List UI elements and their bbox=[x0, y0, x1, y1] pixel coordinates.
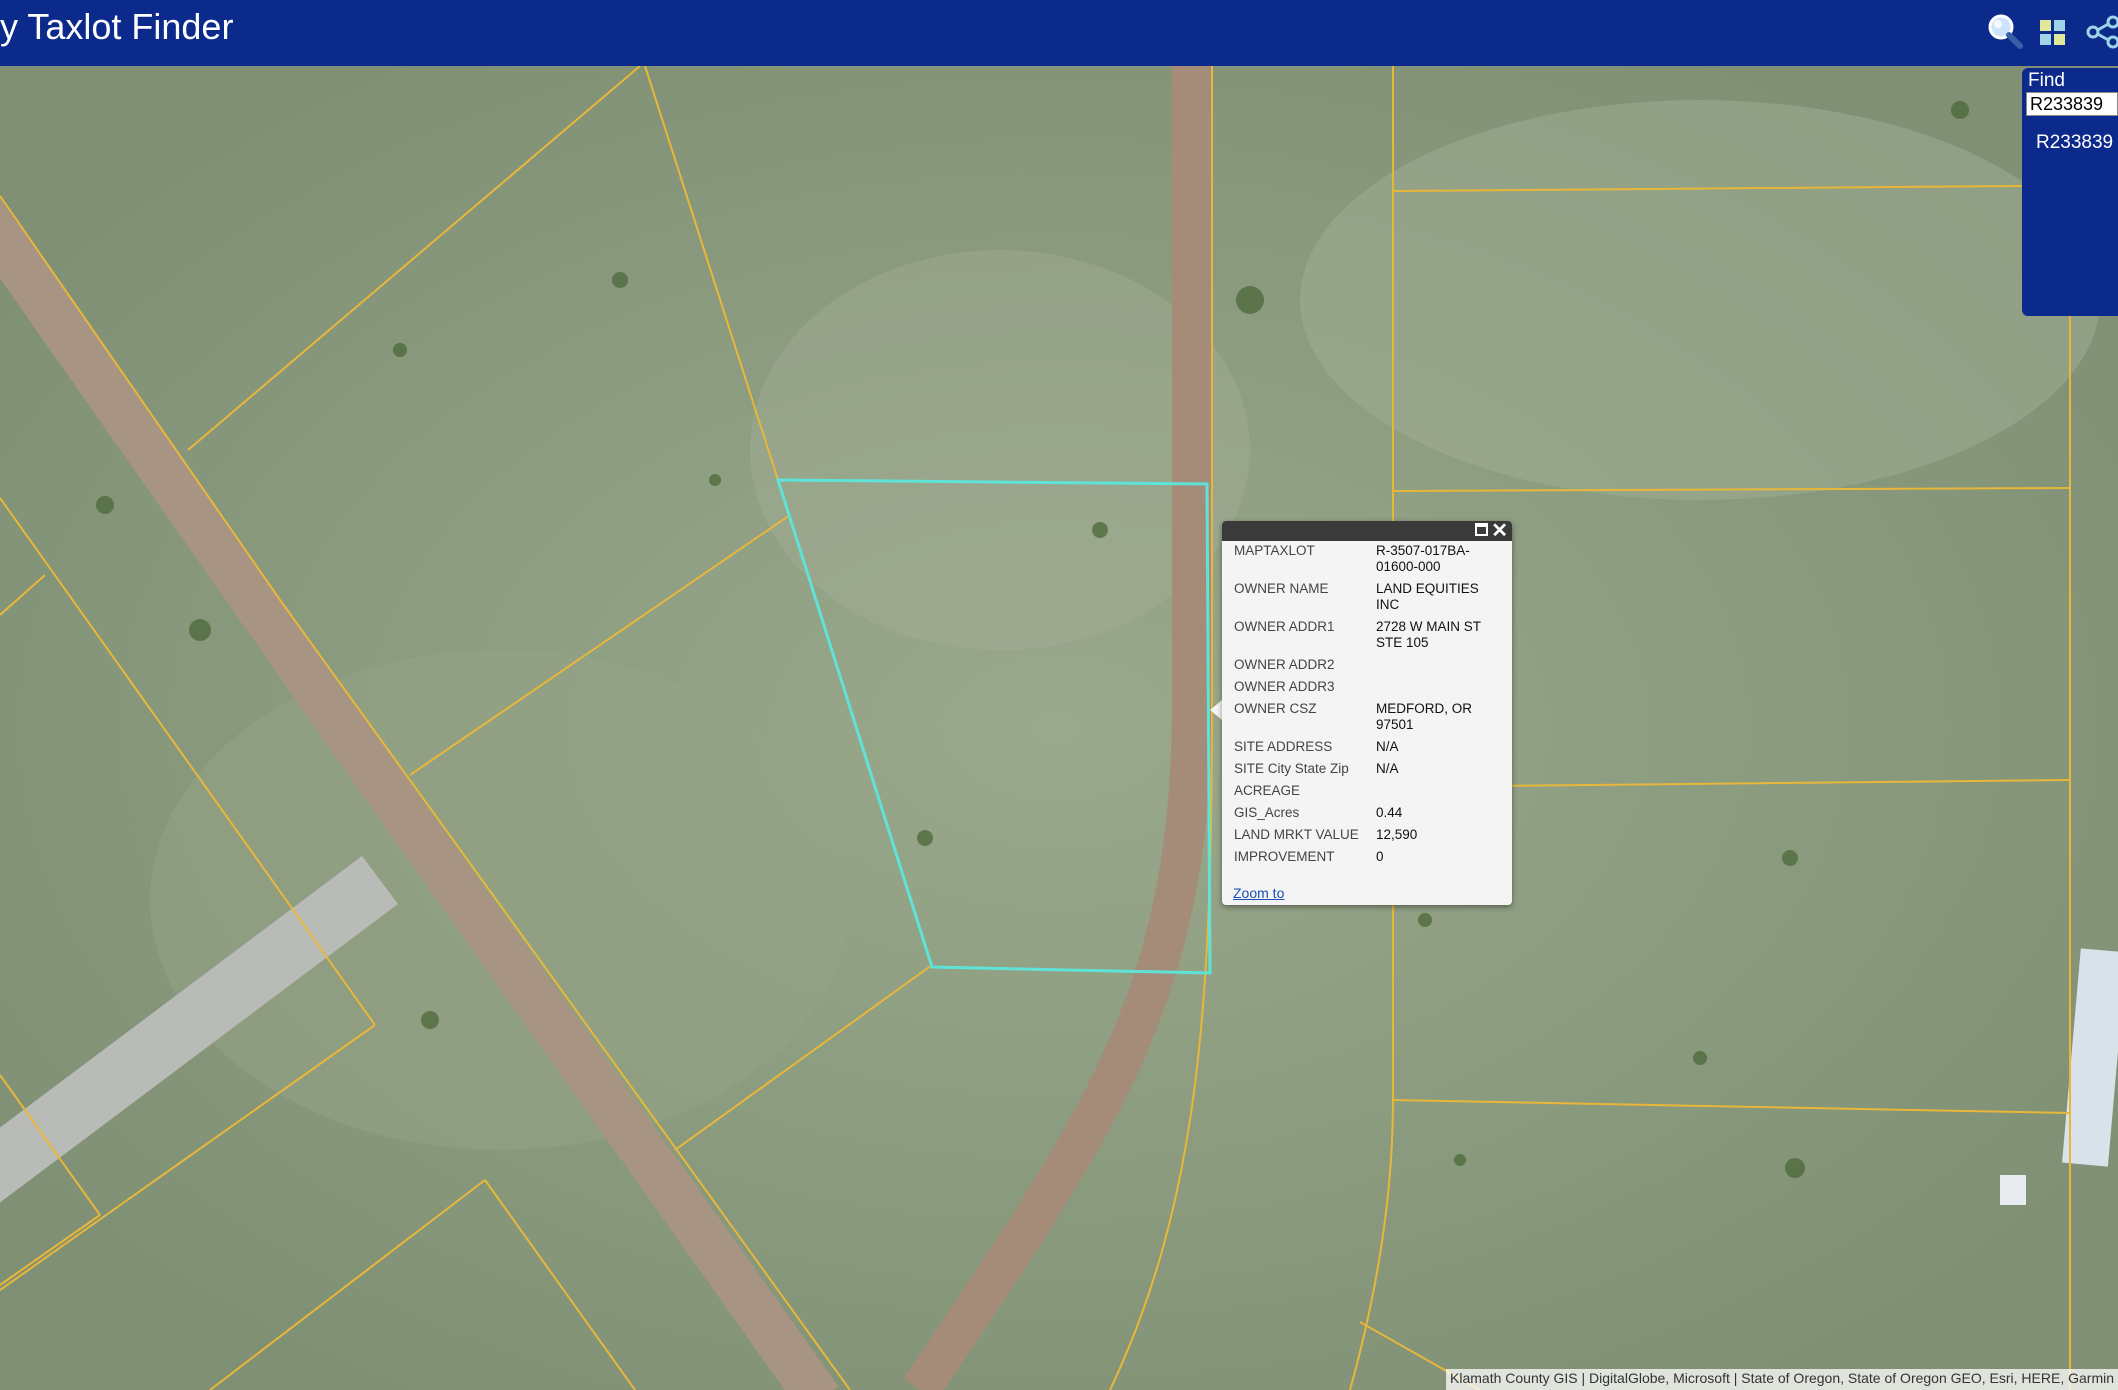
attribute-row: OWNER ADDR2 bbox=[1234, 657, 1496, 679]
attribute-key: GIS_Acres bbox=[1234, 805, 1300, 820]
attribute-value: 12,590 bbox=[1376, 827, 1418, 842]
popup-pointer bbox=[1210, 700, 1222, 720]
attribute-value: N/A bbox=[1376, 761, 1399, 776]
popup-titlebar: ✕ bbox=[1222, 521, 1512, 541]
attribute-key: SITE ADDRESS bbox=[1234, 739, 1333, 754]
attribute-value bbox=[1376, 657, 1496, 679]
attribute-table: MAPTAXLOT R-3507-017BA-01600-000 OWNER NAM… bbox=[1234, 543, 1496, 871]
attribute-row: SITE ADDRESS N/A bbox=[1234, 739, 1496, 761]
app-title: y Taxlot Finder bbox=[0, 6, 234, 47]
attribute-row: OWNER ADDR3 bbox=[1234, 679, 1496, 701]
close-icon[interactable]: ✕ bbox=[1491, 521, 1508, 541]
attribute-row: ACREAGE bbox=[1234, 783, 1496, 805]
attribute-key: OWNER ADDR2 bbox=[1234, 657, 1335, 672]
find-input[interactable] bbox=[2026, 92, 2118, 116]
find-label: Find bbox=[2028, 70, 2065, 91]
share-icon[interactable] bbox=[2080, 10, 2118, 54]
attribute-value: MEDFORD, OR 97501 bbox=[1376, 701, 1472, 732]
attribute-row: OWNER CSZ MEDFORD, OR 97501 bbox=[1234, 701, 1496, 739]
attribute-key: OWNER CSZ bbox=[1234, 701, 1317, 716]
maximize-icon[interactable] bbox=[1475, 523, 1488, 536]
attribute-value bbox=[1376, 783, 1496, 805]
find-result-item[interactable]: R233839 bbox=[2036, 132, 2113, 154]
attribute-key: SITE City State Zip bbox=[1234, 761, 1349, 776]
attribute-value: N/A bbox=[1376, 739, 1399, 754]
find-panel: Find R233839 bbox=[2022, 68, 2118, 316]
attribute-row: IMPROVEMENT 0 bbox=[1234, 849, 1496, 871]
attribute-row: SITE City State Zip N/A bbox=[1234, 761, 1496, 783]
attribute-key: IMPROVEMENT bbox=[1234, 849, 1335, 864]
attribute-key: OWNER ADDR3 bbox=[1234, 679, 1335, 694]
attribute-key: MAPTAXLOT bbox=[1234, 543, 1315, 558]
attribute-key: OWNER NAME bbox=[1234, 581, 1329, 596]
attribute-row: LAND MRKT VALUE 12,590 bbox=[1234, 827, 1496, 849]
zoom-to-link[interactable]: Zoom to bbox=[1233, 885, 1284, 901]
attribute-key: LAND MRKT VALUE bbox=[1234, 827, 1359, 842]
feature-popup: ✕ MAPTAXLOT R-3507-017BA-01600-000 OWNER N… bbox=[1222, 521, 1512, 905]
attribute-key: ACREAGE bbox=[1234, 783, 1301, 798]
attribute-row: OWNER ADDR1 2728 W MAIN ST STE 105 bbox=[1234, 619, 1496, 657]
attribute-value bbox=[1376, 679, 1496, 701]
attribute-value: 0.44 bbox=[1376, 805, 1403, 820]
attribute-key: OWNER ADDR1 bbox=[1234, 619, 1335, 634]
map-canvas[interactable] bbox=[0, 66, 2118, 1390]
attribute-value: R-3507-017BA-01600-000 bbox=[1376, 543, 1470, 574]
attribute-value: 2728 W MAIN ST STE 105 bbox=[1376, 619, 1481, 650]
attribute-row: MAPTAXLOT R-3507-017BA-01600-000 bbox=[1234, 543, 1496, 581]
grid-icon[interactable] bbox=[2030, 10, 2074, 54]
app-header: y Taxlot Finder bbox=[0, 0, 2118, 66]
attribute-row: GIS_Acres 0.44 bbox=[1234, 805, 1496, 827]
attribute-row: OWNER NAME LAND EQUITIES INC bbox=[1234, 581, 1496, 619]
attribute-value: LAND EQUITIES INC bbox=[1376, 581, 1479, 612]
search-icon[interactable] bbox=[1984, 10, 2028, 54]
map-attribution: Klamath County GIS | DigitalGlobe, Micro… bbox=[1446, 1369, 2118, 1390]
attribute-value: 0 bbox=[1376, 849, 1384, 864]
